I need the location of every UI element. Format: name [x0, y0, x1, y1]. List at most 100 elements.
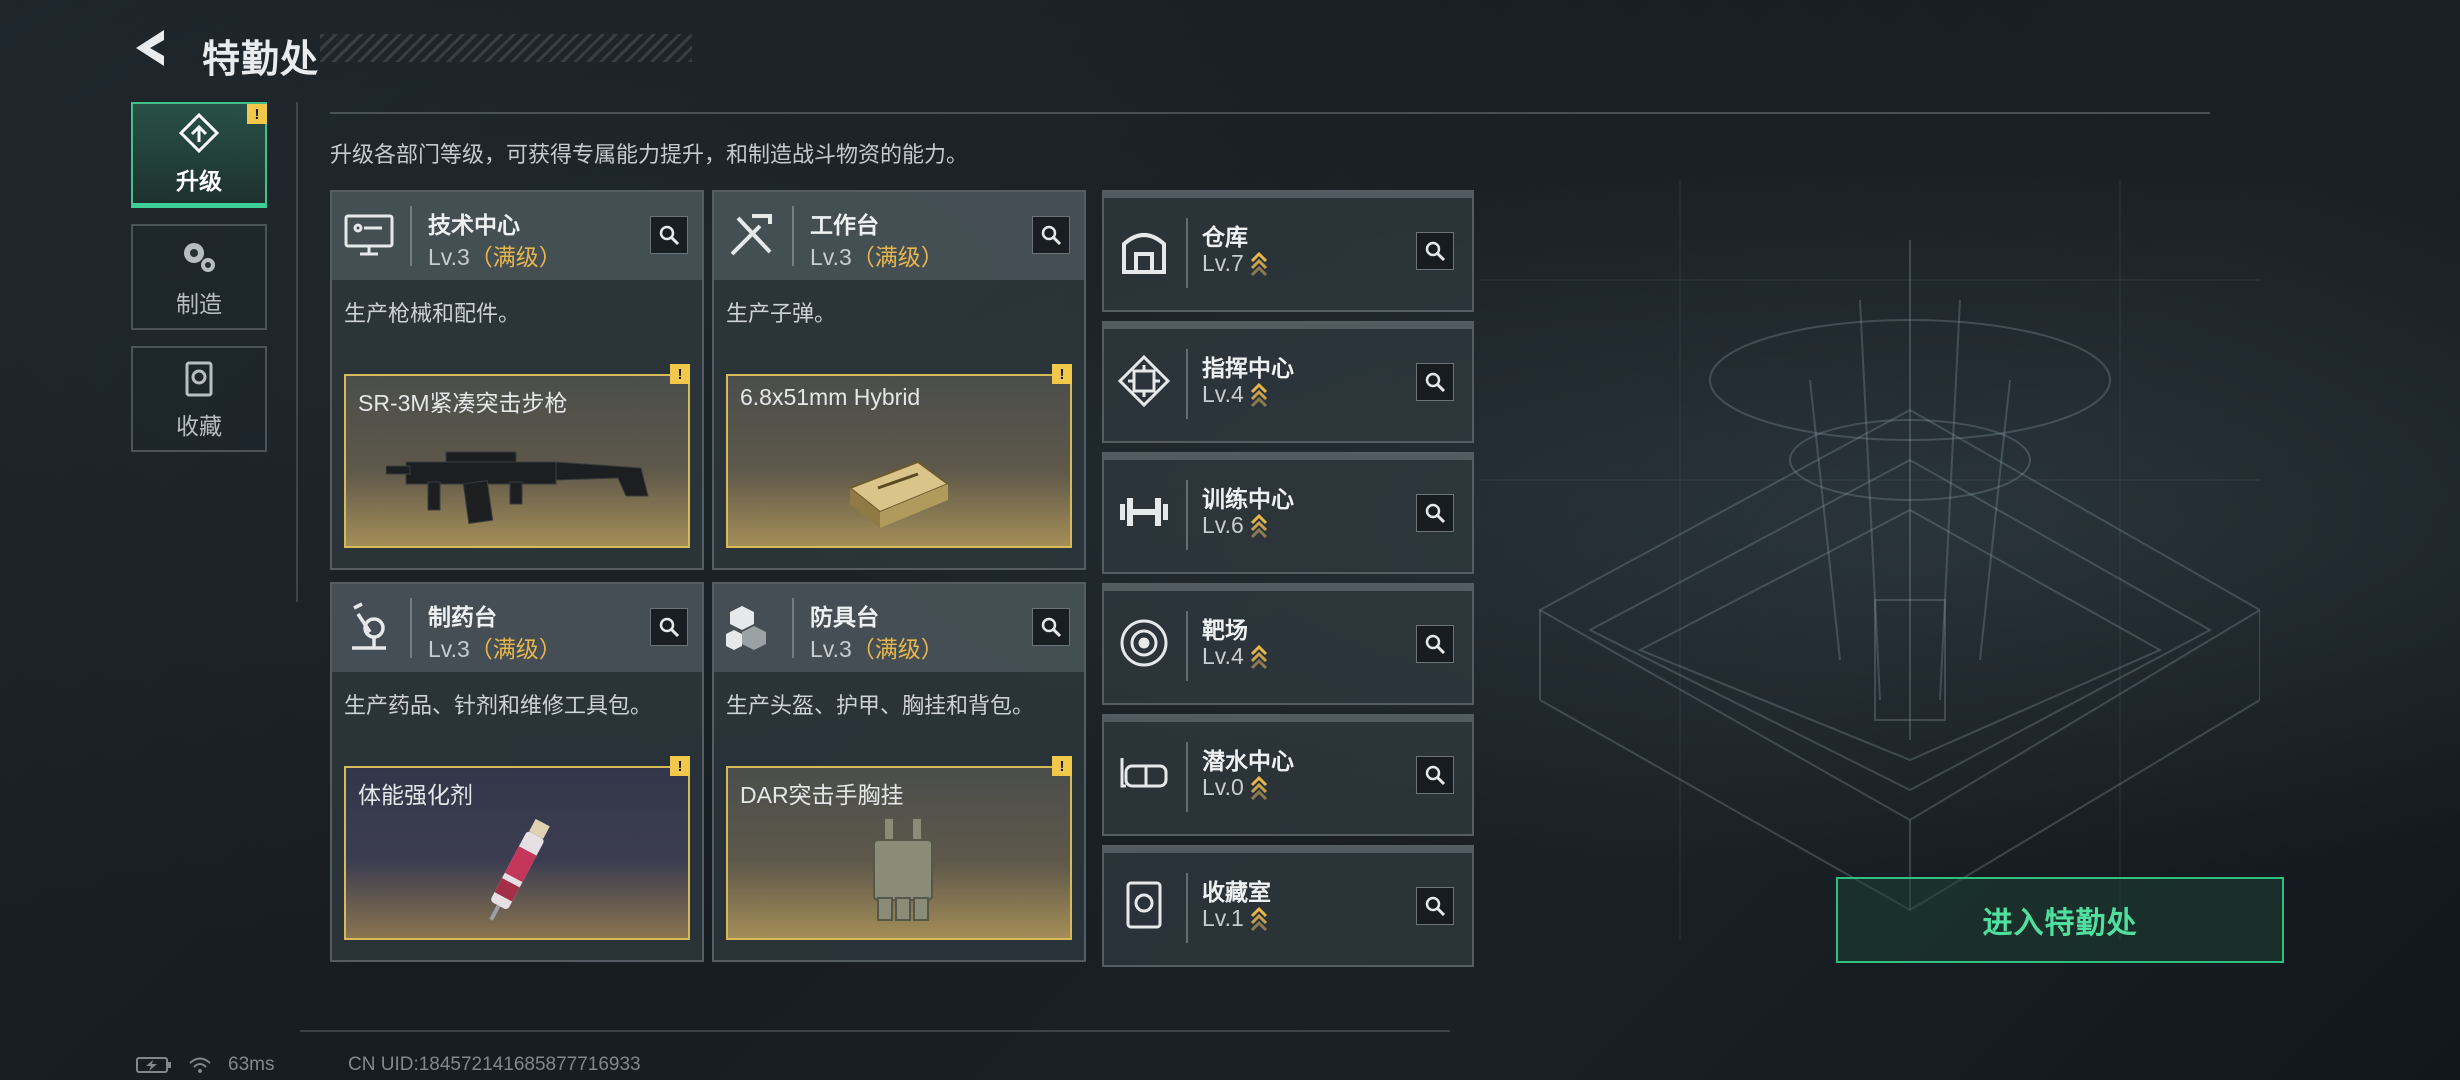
enter-button-label: 进入特勤处 [1982, 907, 2138, 940]
level-value: Lv.1 [1202, 905, 1244, 931]
separator [1186, 873, 1188, 943]
facility-level: Lv.6 [1202, 512, 1268, 539]
search-icon [1425, 896, 1446, 917]
tab-craft[interactable]: 制造 [131, 224, 267, 330]
separator [410, 598, 412, 658]
facility-level: Lv.3（满级） [428, 238, 562, 272]
back-arrow-icon[interactable] [130, 26, 174, 70]
product-name: 6.8x51mm Hybrid [740, 384, 921, 410]
search-icon [1041, 225, 1062, 246]
enter-special-ops-button[interactable]: 进入特勤处 [1836, 877, 2284, 963]
ping-value: 63ms [228, 1054, 275, 1075]
facility-card-armor[interactable]: 防具台 Lv.3（满级） 生产头盔、护甲、胸挂和背包。 ! DAR突击手胸挂 [712, 582, 1086, 962]
level-value: Lv.0 [1202, 774, 1244, 800]
facility-name: 收藏室 [1202, 879, 1271, 905]
wifi-icon [189, 1057, 211, 1073]
search-icon [1425, 503, 1446, 524]
card-topband [1104, 454, 1472, 460]
search-icon [1425, 765, 1446, 786]
microscope-icon [352, 602, 386, 650]
command-chip-icon [1117, 354, 1171, 408]
gears-icon [184, 243, 215, 272]
facility-level: Lv.3（满级） [810, 238, 944, 272]
warehouse-icon [1122, 233, 1166, 274]
alert-badge: ! [247, 104, 267, 124]
search-icon [1425, 241, 1446, 262]
upgrade-chevrons-icon [1250, 775, 1267, 800]
battery-icon [136, 1057, 171, 1073]
facility-card-collection-room[interactable]: 收藏室 Lv.1 [1102, 845, 1474, 967]
page-header: 特勤处 [130, 22, 692, 81]
level-value: Lv.4 [1202, 643, 1244, 669]
card-topband [1104, 716, 1472, 722]
search-button[interactable] [1416, 232, 1454, 270]
search-button[interactable] [1032, 216, 1070, 254]
search-button[interactable] [1416, 494, 1454, 532]
search-icon [1425, 372, 1446, 393]
product-slot[interactable]: ! 6.8x51mm Hybrid [726, 364, 1072, 548]
product-name: 体能强化剂 [358, 782, 473, 808]
user-uid: CN UID:184572141685877716933 [348, 1054, 641, 1075]
search-button[interactable] [1416, 887, 1454, 925]
facility-name: 工作台 [810, 212, 879, 238]
card-topband [1104, 585, 1472, 591]
tab-upgrade[interactable]: ! 升级 [131, 102, 267, 208]
card-topband [1104, 323, 1472, 329]
tab-label: 收藏 [176, 413, 222, 439]
product-slot[interactable]: ! SR-3M紧凑突击步枪 [344, 364, 690, 548]
facility-description: 生产头盔、护甲、胸挂和背包。 [726, 693, 1035, 718]
search-icon [1041, 617, 1062, 638]
alert-badge: ! [670, 756, 690, 776]
separator [1186, 611, 1188, 681]
facility-card-shooting-range[interactable]: 靶场 Lv.4 [1102, 583, 1474, 705]
ammo-box-image [848, 460, 951, 528]
dumbbell-icon [1120, 498, 1168, 526]
armor-icon [726, 606, 766, 650]
search-button[interactable] [650, 608, 688, 646]
search-icon [1425, 634, 1446, 655]
max-level-tag: （满级） [469, 244, 562, 270]
upgrade-chevrons-icon [1250, 251, 1267, 276]
facility-name: 技术中心 [428, 212, 520, 238]
title-decoration [320, 34, 692, 62]
facility-card-training-center[interactable]: 训练中心 Lv.6 [1102, 452, 1474, 574]
level-value: Lv.4 [1202, 381, 1244, 407]
facility-level: Lv.4 [1202, 381, 1268, 408]
level-value: Lv.7 [1202, 250, 1244, 276]
search-icon [659, 225, 680, 246]
computer-icon [344, 214, 394, 256]
facility-card-warehouse[interactable]: 仓库 Lv.7 [1102, 190, 1474, 312]
facility-level: Lv.1 [1202, 905, 1268, 932]
product-name: DAR突击手胸挂 [740, 782, 904, 808]
tools-icon [730, 214, 772, 256]
search-button[interactable] [1416, 756, 1454, 794]
separator [792, 206, 794, 266]
search-button[interactable] [1032, 608, 1070, 646]
level-value: Lv.6 [1202, 512, 1244, 538]
search-button[interactable] [1416, 625, 1454, 663]
intro-text: 升级各部门等级，可获得专属能力提升，和制造战斗物资的能力。 [330, 142, 969, 167]
facility-card-command-center[interactable]: 指挥中心 Lv.4 [1102, 321, 1474, 443]
card-topband [1104, 847, 1472, 853]
facility-card-tech-center[interactable]: 技术中心 Lv.3（满级） 生产枪械和配件。 ! SR-3M紧凑突击步枪 [330, 190, 704, 570]
level-value: Lv.3 [428, 244, 470, 270]
product-slot[interactable]: ! DAR突击手胸挂 [726, 756, 1072, 940]
separator [792, 598, 794, 658]
diving-mask-icon [1120, 758, 1168, 788]
facility-card-workbench[interactable]: 工作台 Lv.3（满级） 生产子弹。 ! 6.8x51mm Hybrid [712, 190, 1086, 570]
target-icon [1120, 619, 1168, 667]
product-slot[interactable]: ! 体能强化剂 [344, 756, 690, 940]
search-button[interactable] [650, 216, 688, 254]
search-button[interactable] [1416, 363, 1454, 401]
facility-name: 仓库 [1202, 224, 1248, 250]
tab-collection[interactable]: 收藏 [131, 346, 267, 452]
facility-card-diving-center[interactable]: 潜水中心 Lv.0 [1102, 714, 1474, 836]
upgrade-icon [178, 112, 220, 153]
facility-name: 制药台 [428, 604, 497, 630]
card-topband [1104, 192, 1472, 198]
facility-card-pharmacy[interactable]: 制药台 Lv.3（满级） 生产药品、针剂和维修工具包。 ! 体能强化剂 [330, 582, 704, 962]
separator [410, 206, 412, 266]
facility-name: 指挥中心 [1202, 355, 1294, 381]
separator [1186, 742, 1188, 812]
level-value: Lv.3 [810, 244, 852, 270]
